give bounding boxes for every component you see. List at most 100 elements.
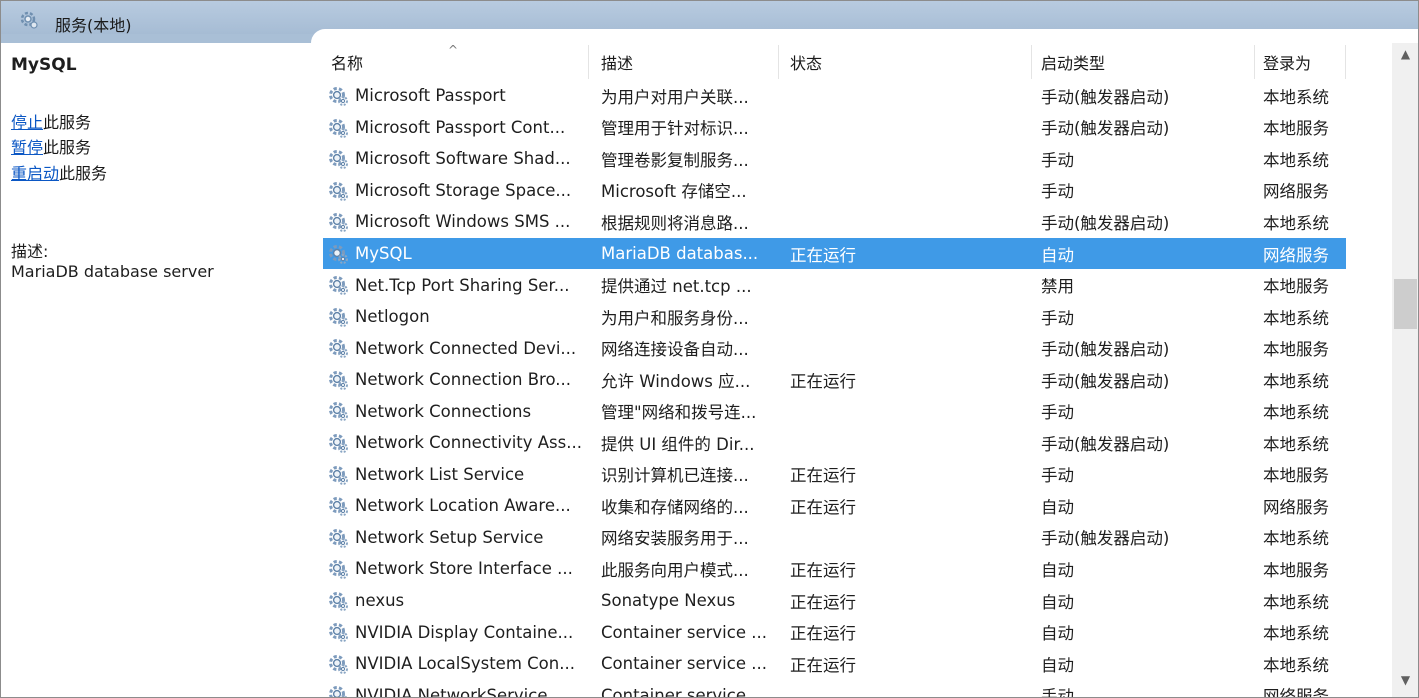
cell-logon: 本地系统 bbox=[1263, 213, 1329, 233]
cell-desc: 管理"网络和拨号连... bbox=[601, 403, 757, 423]
cell-startup: 手动(触发器启动) bbox=[1041, 371, 1170, 391]
cell-status bbox=[790, 679, 1028, 697]
cell-desc: 为用户和服务身份... bbox=[601, 308, 749, 328]
service-row[interactable]: NVIDIA LocalSystem Con... Container servi… bbox=[323, 648, 1346, 680]
column-header-status-label: 状态 bbox=[790, 54, 823, 73]
column-header-status[interactable]: 状态 bbox=[782, 45, 1032, 79]
column-header-logon-as-label: 登录为 bbox=[1263, 54, 1312, 73]
column-header-description[interactable]: 描述 bbox=[593, 45, 779, 79]
scroll-up-arrow-icon[interactable]: ▲ bbox=[1392, 47, 1418, 69]
service-row[interactable]: Microsoft Passport 为用户对用户关联... 手动(触发器启动) 本地… bbox=[323, 80, 1346, 112]
cell-name: Network Setup Service bbox=[355, 527, 544, 547]
cell-status bbox=[790, 206, 1028, 238]
cell-desc: 提供 UI 组件的 Dir... bbox=[601, 434, 755, 454]
service-row[interactable]: Network Setup Service 网络安装服务用于... 手动(触发器启动… bbox=[323, 522, 1346, 554]
service-gear-icon bbox=[327, 148, 349, 170]
service-gear-icon bbox=[327, 400, 349, 422]
cell-startup: 自动 bbox=[1041, 592, 1074, 612]
cell-desc: Container service ... bbox=[601, 685, 767, 697]
cell-status: 正在运行 bbox=[790, 245, 856, 265]
service-row[interactable]: Net.Tcp Port Sharing Ser... 提供通过 net.tcp … bbox=[323, 269, 1346, 301]
cell-startup: 手动(触发器启动) bbox=[1041, 340, 1170, 360]
service-row[interactable]: Netlogon 为用户和服务身份... 手动 本地系统 bbox=[323, 301, 1346, 333]
cell-status bbox=[790, 143, 1028, 175]
cell-desc: 为用户对用户关联... bbox=[601, 87, 749, 107]
cell-desc: 网络连接设备自动... bbox=[601, 340, 749, 360]
service-row[interactable]: Microsoft Storage Space... Microsoft 存储空.… bbox=[323, 175, 1346, 207]
service-row[interactable]: Microsoft Software Shad... 管理卷影复制服务... 手动 本… bbox=[323, 143, 1346, 175]
service-gear-icon bbox=[327, 117, 349, 139]
service-row[interactable]: NVIDIA Display Containe... Container serv… bbox=[323, 616, 1346, 648]
services-list: 名称 ^ 描述 状态 启动类型 登录为 Microsoft Passport 为用… bbox=[323, 45, 1393, 697]
cell-name: Network Location Aware... bbox=[355, 496, 571, 516]
cell-logon: 本地系统 bbox=[1263, 371, 1329, 391]
restart-service-action: 重启动此服务 bbox=[11, 160, 107, 184]
cell-desc: 管理用于针对标识... bbox=[601, 119, 749, 139]
cell-name: Microsoft Windows SMS ... bbox=[355, 212, 571, 232]
column-header-startup-type[interactable]: 启动类型 bbox=[1033, 45, 1255, 79]
cell-logon: 本地系统 bbox=[1263, 624, 1329, 644]
cell-logon: 网络服务 bbox=[1263, 245, 1329, 265]
service-row[interactable]: Network Connectivity Ass... 提供 UI 组件的 Dir… bbox=[323, 427, 1346, 459]
cell-name: Network List Service bbox=[355, 464, 525, 484]
cell-name: NVIDIA LocalSystem Con... bbox=[355, 654, 575, 674]
service-row[interactable]: Network Connected Devi... 网络连接设备自动... 手动(触… bbox=[323, 332, 1346, 364]
cell-startup: 手动(触发器启动) bbox=[1041, 529, 1170, 549]
scrollbar-thumb[interactable] bbox=[1394, 279, 1417, 329]
cell-logon: 本地系统 bbox=[1263, 592, 1329, 612]
service-row[interactable]: Network List Service 识别计算机已连接... 正在运行 手动 本地服… bbox=[323, 459, 1346, 491]
service-row[interactable]: Microsoft Passport Cont... 管理用于针对标识... 手动(… bbox=[323, 112, 1346, 144]
pause-service-link[interactable]: 暂停 bbox=[11, 138, 43, 157]
service-gear-icon bbox=[327, 180, 349, 202]
cell-status bbox=[790, 301, 1028, 333]
service-row[interactable]: Microsoft Windows SMS ... 根据规则将消息路... 手动(触… bbox=[323, 206, 1346, 238]
selected-service-name: MySQL bbox=[11, 55, 77, 75]
cell-name: Network Store Interface ... bbox=[355, 559, 573, 579]
stop-service-link[interactable]: 停止 bbox=[11, 113, 43, 132]
cell-status bbox=[790, 269, 1028, 301]
cell-logon: 本地系统 bbox=[1263, 655, 1329, 675]
column-header-name-label: 名称 bbox=[331, 54, 364, 73]
cell-name: MySQL bbox=[355, 244, 412, 263]
pause-service-action: 暂停此服务 bbox=[11, 134, 91, 158]
cell-name: Network Connectivity Ass... bbox=[355, 433, 582, 453]
service-row[interactable]: Network Connections 管理"网络和拨号连... 手动 本地系统 bbox=[323, 395, 1346, 427]
scroll-down-arrow-icon[interactable]: ▼ bbox=[1392, 673, 1418, 695]
service-row[interactable]: nexus Sonatype Nexus 正在运行 自动 本地系统 bbox=[323, 585, 1346, 617]
cell-status: 正在运行 bbox=[790, 560, 856, 580]
cell-logon: 本地服务 bbox=[1263, 119, 1329, 139]
cell-status bbox=[790, 427, 1028, 459]
cell-startup: 手动(触发器启动) bbox=[1041, 87, 1170, 107]
service-row[interactable]: Network Location Aware... 收集和存储网络的... 正在运行… bbox=[323, 490, 1346, 522]
cell-status: 正在运行 bbox=[790, 371, 856, 391]
service-row[interactable]: Network Store Interface ... 此服务向用户模式... 正在… bbox=[323, 553, 1346, 585]
cell-logon: 本地系统 bbox=[1263, 434, 1329, 454]
column-header-startup-type-label: 启动类型 bbox=[1041, 54, 1106, 73]
service-gear-icon bbox=[327, 85, 349, 107]
cell-startup: 自动 bbox=[1041, 560, 1074, 580]
service-rows: Microsoft Passport 为用户对用户关联... 手动(触发器启动) 本地… bbox=[323, 80, 1346, 697]
vertical-scrollbar[interactable]: ▲ ▼ bbox=[1392, 43, 1418, 697]
service-row[interactable]: MySQL MariaDB databas... 正在运行 自动 网络服务 bbox=[323, 237, 1346, 270]
cell-desc: Container service ... bbox=[601, 622, 767, 642]
service-gear-icon bbox=[327, 243, 349, 265]
cell-desc: 此服务向用户模式... bbox=[601, 560, 749, 580]
left-pane: MySQL 停止此服务 暂停此服务 重启动此服务 描述: MariaDB dat… bbox=[1, 43, 306, 697]
cell-status bbox=[790, 175, 1028, 207]
column-header-name[interactable]: 名称 ^ bbox=[323, 45, 589, 79]
service-row[interactable]: Network Connection Bro... 允许 Windows 应...… bbox=[323, 364, 1346, 396]
service-gear-icon bbox=[327, 621, 349, 643]
restart-service-link[interactable]: 重启动 bbox=[11, 164, 59, 183]
cell-startup: 手动 bbox=[1041, 150, 1074, 170]
cell-desc: Sonatype Nexus bbox=[601, 591, 736, 611]
service-row[interactable]: NVIDIA NetworkService ... Container servi… bbox=[323, 679, 1346, 697]
cell-status bbox=[790, 332, 1028, 364]
column-header-description-label: 描述 bbox=[601, 54, 634, 73]
cell-name: Network Connection Bro... bbox=[355, 370, 572, 390]
cell-status: 正在运行 bbox=[790, 655, 856, 675]
service-gear-icon bbox=[327, 337, 349, 359]
cell-startup: 自动 bbox=[1041, 624, 1074, 644]
cell-desc: Microsoft 存储空... bbox=[601, 182, 747, 202]
cell-status: 正在运行 bbox=[790, 624, 856, 644]
column-header-logon-as[interactable]: 登录为 bbox=[1255, 45, 1346, 79]
